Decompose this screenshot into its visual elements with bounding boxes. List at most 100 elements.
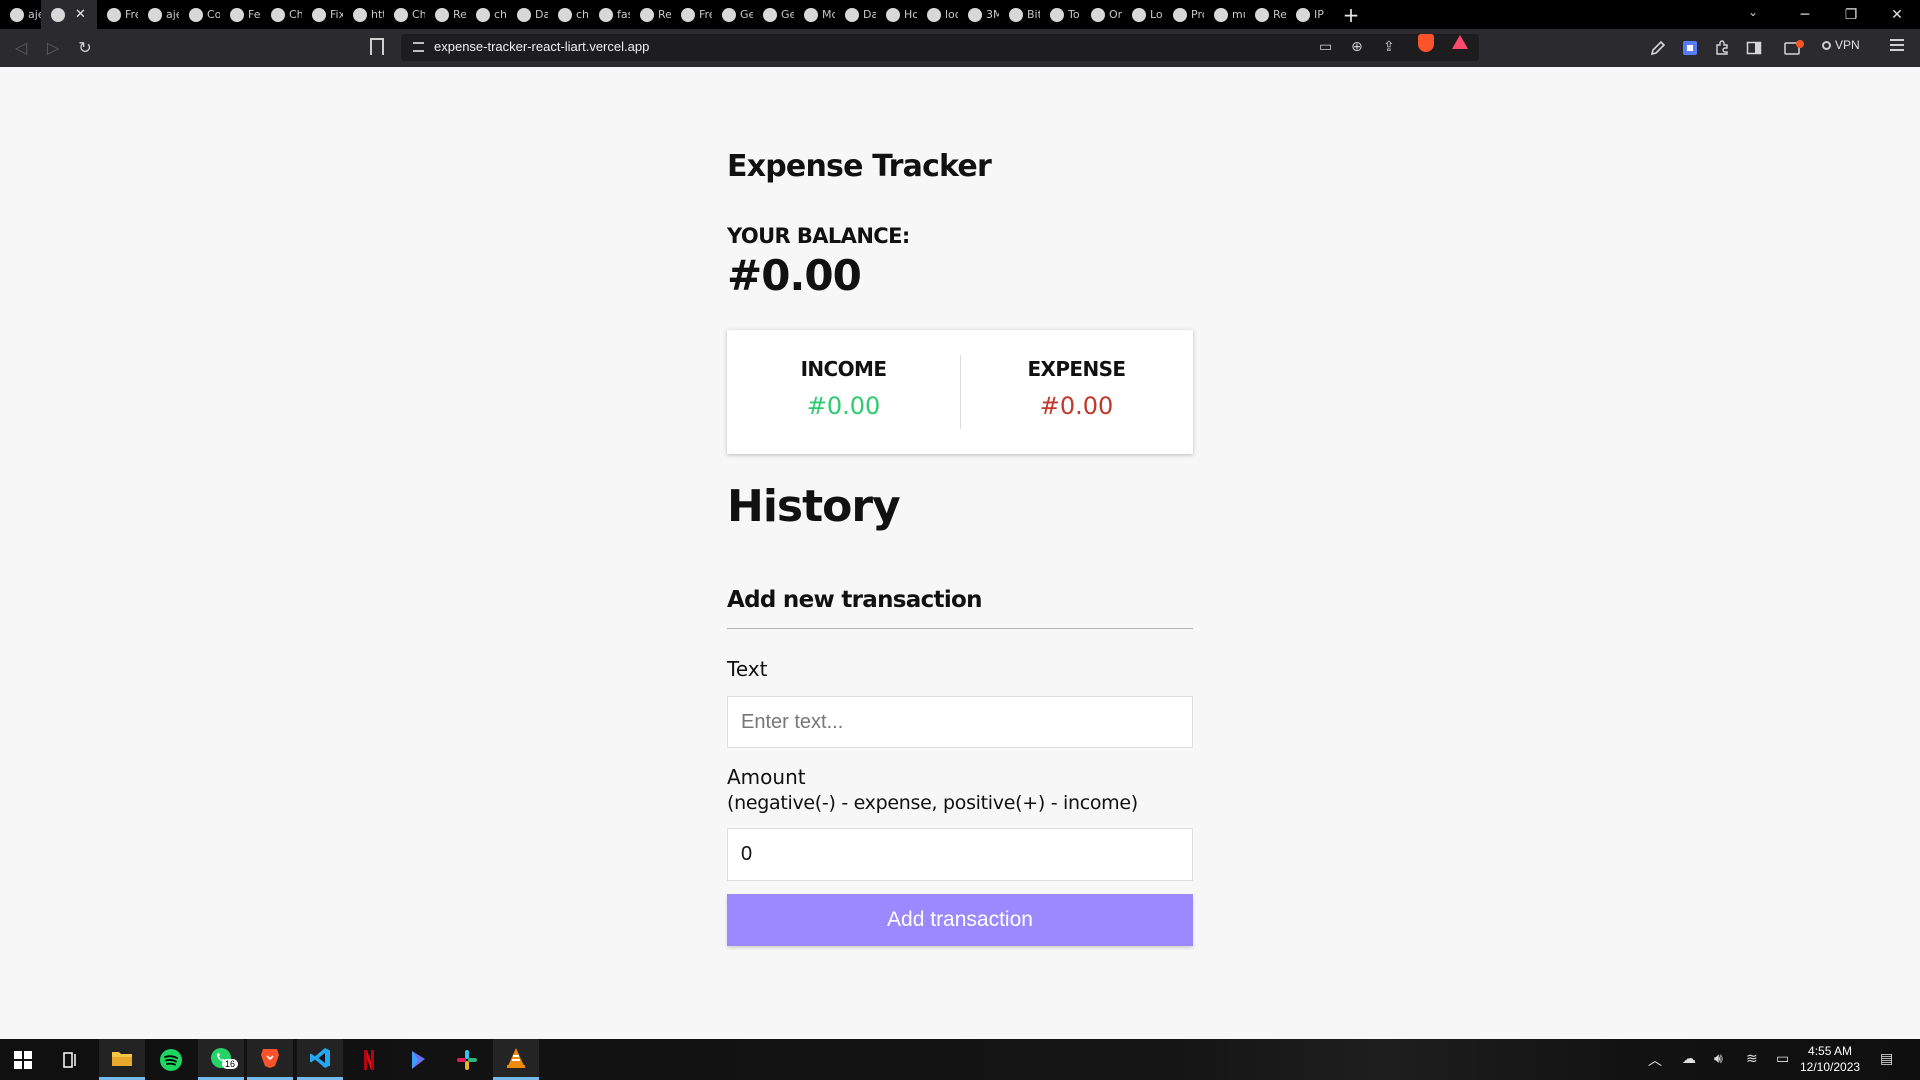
add-transaction-button[interactable]: Add transaction: [727, 894, 1193, 946]
pen-icon[interactable]: [1650, 40, 1666, 56]
reload-button[interactable]: ↻: [74, 38, 96, 57]
task-view-icon[interactable]: [48, 1039, 94, 1080]
globe-icon: [927, 7, 941, 22]
url-text[interactable]: expense-tracker-react-liart.vercel.app: [434, 39, 649, 54]
browser-tab[interactable]: Mc: [794, 0, 835, 29]
spotify-icon[interactable]: [148, 1039, 194, 1080]
tab-title: On: [1109, 8, 1122, 21]
vuetify-icon: [189, 7, 203, 22]
browser-tab[interactable]: fas: [589, 0, 630, 29]
browser-tab[interactable]: Ge: [712, 0, 753, 29]
restore-button[interactable]: ❐: [1828, 0, 1874, 29]
arc-icon: [599, 7, 613, 22]
browser-tab[interactable]: Pro: [1163, 0, 1204, 29]
back-button[interactable]: ◁: [10, 38, 32, 57]
expense-value: #0.00: [1039, 392, 1114, 420]
menu-icon[interactable]: [1890, 39, 1904, 54]
battery-icon[interactable]: ▭: [1776, 1050, 1789, 1067]
bookmark-icon[interactable]: [370, 38, 384, 55]
onedrive-icon[interactable]: ☁: [1682, 1050, 1696, 1067]
sidebar-icon[interactable]: [1746, 40, 1762, 56]
browser-tab[interactable]: To: [1040, 0, 1081, 29]
extension-app-icon[interactable]: [1682, 40, 1698, 56]
minimize-button[interactable]: ─: [1782, 0, 1828, 29]
browser-tab[interactable]: ch: [548, 0, 589, 29]
whatsapp-icon[interactable]: 16: [198, 1039, 244, 1080]
browser-tab[interactable]: Fe: [220, 0, 261, 29]
browser-tab[interactable]: loc: [917, 0, 958, 29]
site-info-icon[interactable]: [413, 42, 424, 52]
tab-title: Bit: [1027, 8, 1040, 21]
system-clock[interactable]: 4:55 AM 12/10/2023: [1800, 1043, 1860, 1075]
close-tab-icon[interactable]: ✕: [75, 7, 86, 22]
github-icon: [312, 7, 326, 22]
browser-tab[interactable]: aje: [0, 0, 41, 29]
browser-tab[interactable]: Ho: [876, 0, 917, 29]
text-input[interactable]: [727, 696, 1193, 748]
brave-browser-icon[interactable]: [247, 1039, 293, 1080]
vercel-icon: [353, 7, 367, 22]
browser-tab[interactable]: Re: [630, 0, 671, 29]
browser-tab[interactable]: aje: [138, 0, 179, 29]
browser-tab[interactable]: Co: [179, 0, 220, 29]
extensions-puzzle-icon[interactable]: [1714, 40, 1730, 56]
browser-tab[interactable]: Ge: [753, 0, 794, 29]
vpn-button[interactable]: VPN: [1822, 38, 1860, 52]
add-transaction-heading: Add new transaction: [727, 587, 982, 613]
address-bar[interactable]: expense-tracker-react-liart.vercel.app ▭…: [401, 34, 1479, 61]
tab-title: IP: [1314, 8, 1324, 21]
browser-tab[interactable]: Lo: [1122, 0, 1163, 29]
question-icon: [1132, 7, 1146, 22]
expense-label: EXPENSE: [1027, 357, 1126, 381]
file-explorer-icon[interactable]: [99, 1039, 145, 1080]
tray-chevron-icon[interactable]: ︿: [1648, 1050, 1662, 1070]
notifications-icon[interactable]: ▤: [1880, 1050, 1893, 1067]
app-icon: [558, 7, 572, 22]
close-window-button[interactable]: ✕: [1874, 0, 1920, 29]
browser-tab[interactable]: On: [1081, 0, 1122, 29]
app-icon: [1009, 7, 1023, 22]
browser-tab[interactable]: Fre: [671, 0, 712, 29]
wallet-icon[interactable]: [1784, 40, 1804, 56]
browser-tab[interactable]: htt: [343, 0, 384, 29]
github-icon: [10, 7, 24, 22]
browser-tab[interactable]: Fix: [302, 0, 343, 29]
netflix-icon[interactable]: [346, 1039, 392, 1080]
browser-tab[interactable]: 3M: [958, 0, 999, 29]
browser-tab[interactable]: ch: [466, 0, 507, 29]
browser-tab[interactable]: Bit: [999, 0, 1040, 29]
browser-tab[interactable]: mu: [1204, 0, 1245, 29]
browser-tab[interactable]: ✕: [41, 0, 97, 29]
amount-field-label: Amount: [727, 765, 806, 789]
browser-tab[interactable]: Re: [1245, 0, 1286, 29]
vuetify-icon: [763, 7, 777, 22]
zoom-icon[interactable]: ⊕: [1351, 39, 1363, 55]
cast-icon[interactable]: ▭: [1319, 39, 1332, 55]
vlc-icon[interactable]: [493, 1039, 539, 1080]
share-icon[interactable]: ⇪: [1383, 39, 1395, 55]
wifi-icon[interactable]: ≋: [1746, 1050, 1758, 1067]
vercel-icon: [517, 7, 531, 22]
new-tab-button[interactable]: +: [1333, 0, 1369, 29]
browser-tab[interactable]: IP: [1286, 0, 1327, 29]
globe-icon: [1296, 7, 1310, 22]
brave-shields-icon[interactable]: [1418, 34, 1434, 52]
amount-input[interactable]: [727, 828, 1193, 881]
browser-tab[interactable]: Re: [425, 0, 466, 29]
slack-icon[interactable]: [444, 1039, 490, 1080]
amount-hint: (negative(-) - expense, positive(+) - in…: [727, 792, 1138, 814]
browser-tab[interactable]: Ch: [261, 0, 302, 29]
income-value: #0.00: [806, 392, 881, 420]
browser-tab[interactable]: Fre: [97, 0, 138, 29]
bing-chat-icon[interactable]: [395, 1039, 441, 1080]
globe-icon: [1091, 7, 1105, 22]
browser-tab[interactable]: Da: [507, 0, 548, 29]
browser-tab[interactable]: Ch: [384, 0, 425, 29]
volume-icon[interactable]: 🔊︎: [1714, 1050, 1723, 1067]
forward-button[interactable]: ▷: [42, 38, 64, 57]
windows-start-icon[interactable]: [0, 1039, 46, 1080]
vscode-icon[interactable]: [297, 1039, 343, 1080]
browser-tab[interactable]: Da: [835, 0, 876, 29]
brave-rewards-icon[interactable]: [1452, 35, 1468, 49]
tab-search-chevron-icon[interactable]: ⌄: [1748, 5, 1758, 19]
